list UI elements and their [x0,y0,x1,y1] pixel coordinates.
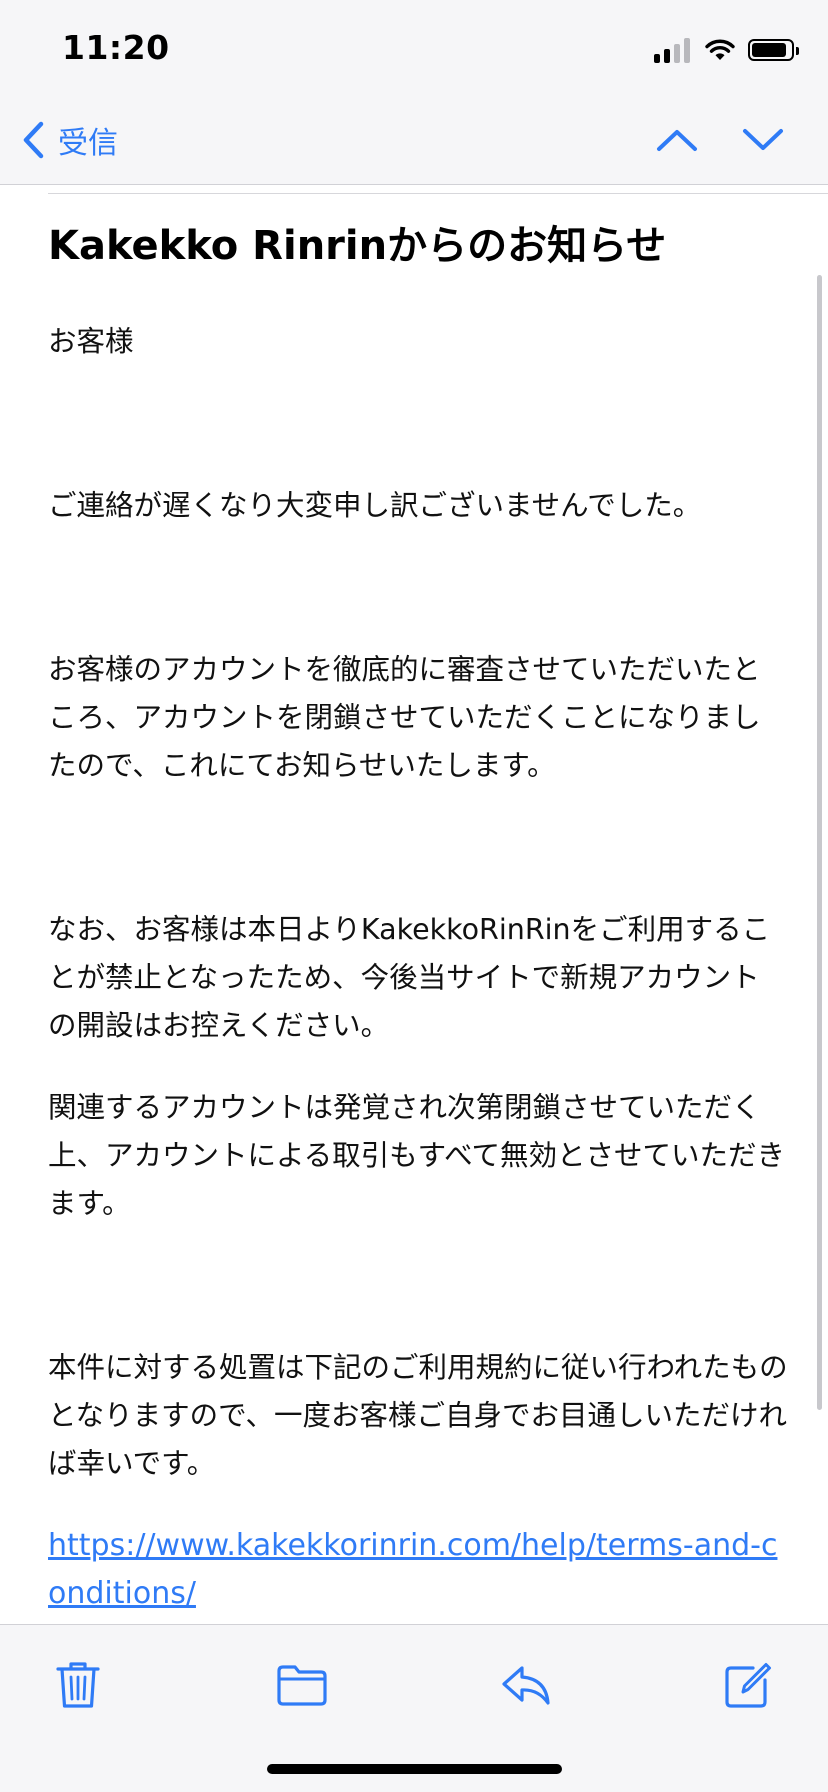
chevron-down-icon [743,129,783,150]
back-label: 受信 [58,126,118,161]
folder-icon [277,1665,327,1706]
next-message-button[interactable] [738,118,788,162]
cellular-signal-icon [654,37,690,63]
delete-button[interactable] [48,1655,108,1715]
trash-icon [56,1662,100,1708]
reply-button[interactable] [496,1655,556,1715]
navigation-bar: 受信 [0,96,828,185]
status-icons [654,34,799,66]
previous-message-button[interactable] [652,118,702,162]
mail-app: 11:20 受信 Kakekko Rinrinからのお知らせ お客様 ご連絡が遅… [0,0,828,1792]
chevron-left-icon [23,121,44,159]
scrollbar[interactable] [817,275,822,1410]
wifi-icon [705,39,735,60]
email-subject: Kakekko Rinrinからのお知らせ [48,223,667,269]
compose-icon [725,1663,771,1708]
email-content: Kakekko Rinrinからのお知らせ お客様 ご連絡が遅くなり大変申し訳ご… [48,210,788,1618]
email-paragraph-ban: なお、お客様は本日よりKakekkoRinRinをご利用することが禁止となったた… [48,913,771,1042]
compose-button[interactable] [718,1655,778,1715]
back-to-inbox-button[interactable]: 受信 [22,118,118,162]
email-paragraph-apology: ご連絡が遅くなり大変申し訳ございませんでした。 [48,489,702,522]
home-indicator[interactable] [267,1764,562,1774]
email-paragraph-related: 関連するアカウントは発覚され次第閉鎖させていただく上、アカウントによる取引もすべ… [48,1091,786,1220]
chevron-up-icon [657,130,697,151]
battery-icon [748,39,799,61]
email-paragraph-terms: 本件に対する処置は下記のご利用規約に従い行われたものとなりますので、一度お客様ご… [48,1351,788,1480]
status-bar: 11:20 [0,0,828,96]
status-time: 11:20 [62,28,170,67]
terms-link[interactable]: https://www.kakekkorinrin.com/help/terms… [48,1522,788,1618]
email-paragraph-closure: お客様のアカウントを徹底的に審査させていただいたところ、アカウントを閉鎖させてい… [48,653,761,782]
header-divider [48,193,828,194]
email-greeting: お客様 [48,325,134,358]
reply-icon [502,1666,550,1705]
move-to-folder-button[interactable] [272,1655,332,1715]
